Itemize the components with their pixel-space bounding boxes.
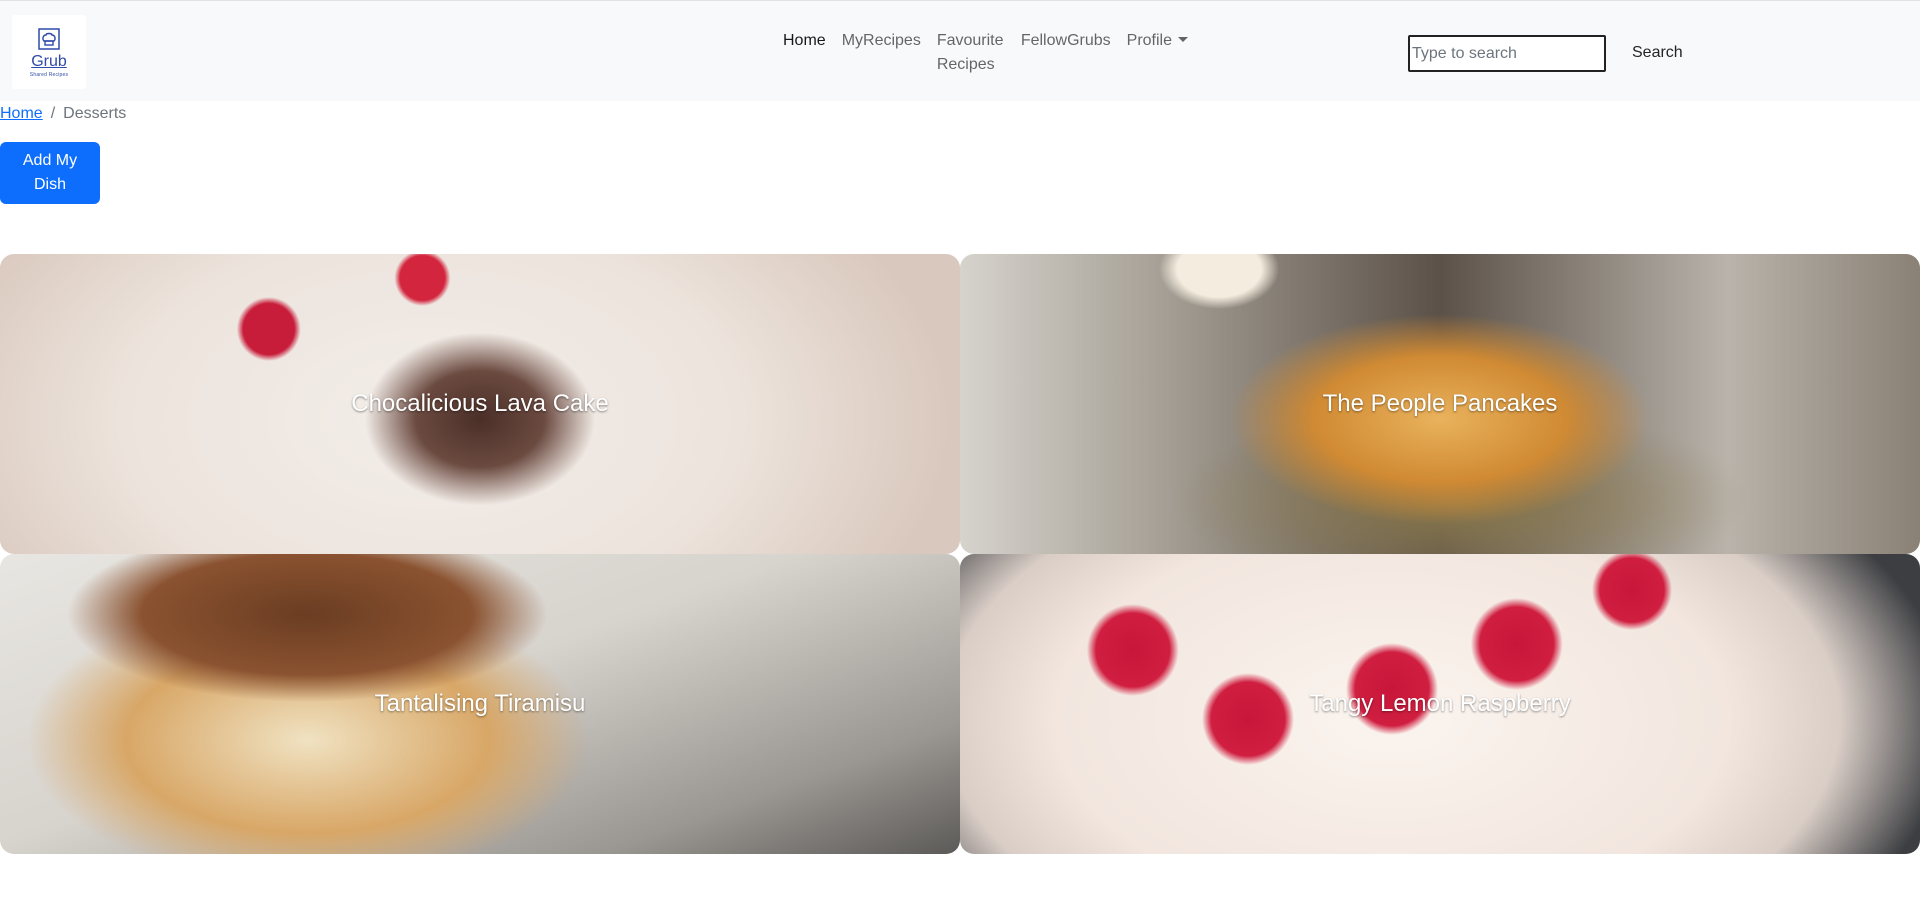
chevron-down-icon	[1178, 37, 1188, 42]
recipe-title: Chocalicious Lava Cake	[351, 390, 609, 417]
recipe-card[interactable]: Tangy Lemon Raspberry	[960, 554, 1920, 854]
nav-item-favourite-recipes[interactable]: Favourite Recipes	[929, 29, 1013, 77]
breadcrumb-current: Desserts	[63, 105, 127, 122]
nav-item-profile-dropdown[interactable]: Profile	[1119, 29, 1196, 53]
top-navbar: Grub Shared Recipes Home MyRecipes Favou…	[0, 0, 1920, 101]
chef-hat-icon	[38, 28, 60, 50]
breadcrumb-separator: /	[50, 105, 56, 122]
recipe-card[interactable]: The People Pancakes	[960, 254, 1920, 554]
recipe-card[interactable]: Tantalising Tiramisu	[0, 554, 960, 854]
nav-item-home[interactable]: Home	[775, 29, 834, 53]
brand-subtitle: Shared Recipes	[29, 72, 69, 78]
breadcrumb-home-link[interactable]: Home	[0, 102, 43, 126]
main-nav: Home MyRecipes Favourite Recipes FellowG…	[775, 29, 1196, 77]
recipe-title: Tantalising Tiramisu	[374, 690, 586, 717]
recipe-card[interactable]: Chocalicious Lava Cake	[0, 254, 960, 554]
recipe-grid: Chocalicious Lava Cake The People Pancak…	[0, 254, 1920, 854]
brand-logo[interactable]: Grub Shared Recipes	[12, 15, 86, 89]
nav-item-profile-label: Profile	[1126, 32, 1172, 49]
recipe-title: Tangy Lemon Raspberry	[1309, 690, 1571, 717]
recipe-title: The People Pancakes	[1322, 390, 1558, 417]
add-my-dish-button[interactable]: Add My Dish	[0, 142, 100, 204]
breadcrumb: Home / Desserts	[0, 102, 126, 126]
search-button[interactable]: Search	[1620, 37, 1695, 69]
nav-item-myrecipes[interactable]: MyRecipes	[834, 29, 929, 53]
brand-title: Grub	[31, 53, 67, 70]
search-input[interactable]	[1408, 35, 1606, 72]
nav-item-fellowgrubs[interactable]: FellowGrubs	[1013, 29, 1119, 53]
